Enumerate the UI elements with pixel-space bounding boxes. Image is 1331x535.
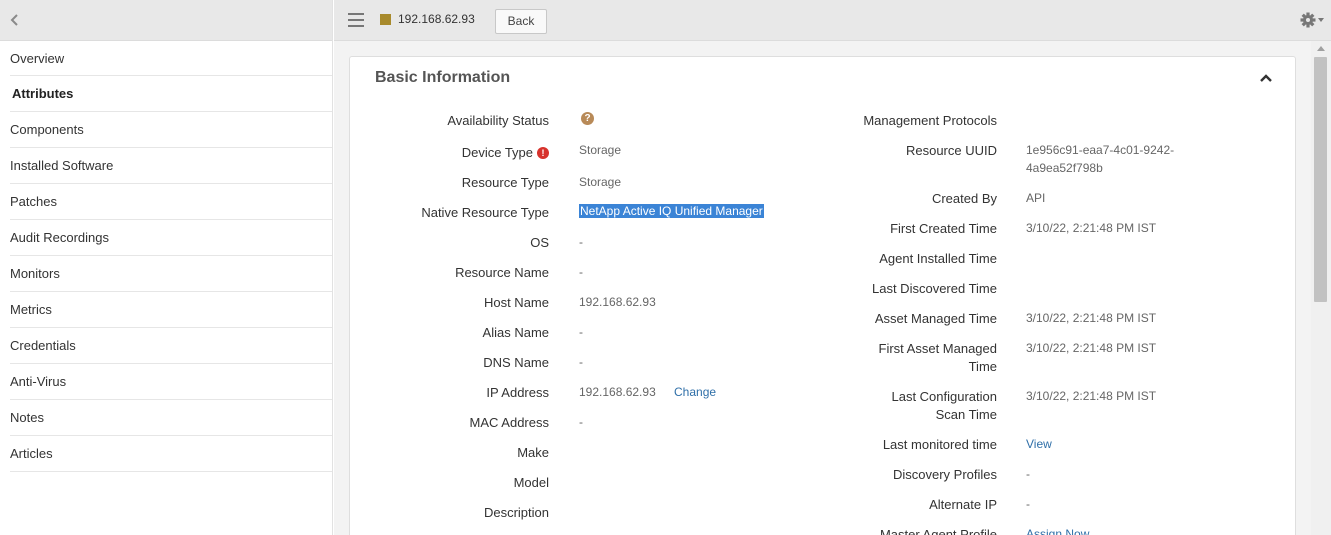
ip-address-value: 192.168.62.93 [579, 385, 656, 399]
sidebar-item-articles[interactable]: Articles [10, 436, 332, 472]
agent-installed-time-label: Agent Installed Time [879, 251, 997, 266]
alert-icon: ! [537, 147, 549, 159]
sidebar-item-overview[interactable]: Overview [10, 41, 332, 76]
dns-name-label: DNS Name [483, 355, 549, 370]
last-discovered-time-label: Last Discovered Time [872, 281, 997, 296]
panel-title: Basic Information [375, 69, 511, 86]
first-asset-managed-time-label-line2: Time [968, 359, 997, 374]
sidebar-item-audit-recordings[interactable]: Audit Recordings [10, 220, 332, 256]
sidebar-item-monitors[interactable]: Monitors [10, 256, 332, 292]
top-bar: 192.168.62.93 Back [334, 0, 1331, 41]
alternate-ip-label: Alternate IP [929, 497, 997, 512]
last-configuration-scan-time-label-line2: Scan Time [935, 407, 997, 422]
gear-icon[interactable] [1299, 11, 1327, 29]
sidebar-item-installed-software[interactable]: Installed Software [10, 148, 332, 184]
hamburger-menu-icon[interactable] [348, 13, 364, 27]
discovery-profiles-label: Discovery Profiles [892, 467, 997, 482]
device-color-swatch [380, 14, 391, 25]
os-value: - [579, 235, 583, 249]
sidebar-item-anti-virus[interactable]: Anti-Virus [10, 364, 332, 400]
os-label: OS [530, 235, 549, 250]
sidebar-item-credentials[interactable]: Credentials [10, 328, 332, 364]
chevron-up-icon[interactable] [1259, 73, 1273, 83]
management-protocols-label: Management Protocols [863, 113, 997, 128]
sidebar-nav: Overview Attributes Components Installed… [0, 41, 332, 472]
resource-uuid-value-line1: 1e956c91-eaa7-4c01-9242- [1026, 143, 1175, 157]
model-label: Model [513, 475, 549, 490]
first-asset-managed-time-label-line1: First Asset Managed [878, 341, 998, 356]
question-icon: ? [581, 112, 594, 125]
first-created-time-value: 3/10/22, 2:21:48 PM IST [1026, 221, 1157, 235]
vertical-scrollbar[interactable] [1311, 41, 1331, 535]
mac-address-label: MAC Address [469, 415, 549, 430]
main-content: Basic Information Availability Status ? … [334, 41, 1311, 535]
last-monitored-time-label: Last monitored time [882, 437, 997, 452]
alias-name-label: Alias Name [482, 325, 549, 340]
host-name-label: Host Name [483, 295, 549, 310]
native-resource-type-label: Native Resource Type [421, 205, 549, 220]
view-link[interactable]: View [1026, 437, 1052, 451]
asset-managed-time-label: Asset Managed Time [874, 311, 997, 326]
resource-uuid-value-line2: 4a9ea52f798b [1026, 161, 1103, 175]
resource-uuid-label: Resource UUID [905, 143, 997, 158]
sidebar-item-notes[interactable]: Notes [10, 400, 332, 436]
created-by-value: API [1026, 191, 1046, 205]
sidebar-header [0, 0, 332, 41]
asset-managed-time-value: 3/10/22, 2:21:48 PM IST [1026, 311, 1157, 325]
mac-address-value: - [579, 415, 583, 429]
resource-type-label: Resource Type [461, 175, 549, 190]
last-configuration-scan-time-value: 3/10/22, 2:21:48 PM IST [1026, 389, 1157, 403]
sidebar-item-attributes[interactable]: Attributes [10, 76, 332, 112]
sidebar-item-components[interactable]: Components [10, 112, 332, 148]
dns-name-value: - [579, 355, 583, 369]
first-created-time-label: First Created Time [890, 221, 997, 236]
make-label: Make [517, 445, 549, 460]
device-type-label: Device Type! [462, 145, 549, 160]
back-button[interactable]: Back [495, 9, 547, 34]
chevron-left-icon[interactable] [8, 10, 22, 30]
caret-down-icon [1318, 18, 1324, 22]
settings-menu[interactable] [1299, 11, 1327, 29]
device-type-label-text: Device Type [461, 145, 533, 160]
sidebar-item-patches[interactable]: Patches [10, 184, 332, 220]
last-configuration-scan-time-label-line1: Last Configuration [891, 389, 997, 404]
basic-information-panel: Basic Information Availability Status ? … [349, 56, 1296, 535]
ip-address-label: IP Address [486, 385, 549, 400]
alternate-ip-value: - [1026, 497, 1030, 511]
host-name-value: 192.168.62.93 [579, 295, 656, 309]
device-ip-title: 192.168.62.93 [398, 12, 475, 26]
resource-name-label: Resource Name [455, 265, 549, 280]
native-resource-type-value: NetApp Active IQ Unified Manager [579, 204, 764, 218]
description-label: Description [483, 505, 549, 520]
sidebar: Overview Attributes Components Installed… [0, 0, 333, 535]
native-resource-type-selection: NetApp Active IQ Unified Manager [579, 204, 764, 218]
master-agent-profile-label: Master Agent Profile [879, 527, 997, 535]
assign-now-link[interactable]: Assign Now [1026, 527, 1089, 535]
resource-type-value: Storage [579, 175, 622, 189]
discovery-profiles-value: - [1026, 467, 1030, 481]
change-ip-link[interactable]: Change [674, 385, 716, 399]
scrollbar-thumb[interactable] [1314, 57, 1327, 302]
sidebar-item-metrics[interactable]: Metrics [10, 292, 332, 328]
resource-name-value: - [579, 265, 583, 279]
device-type-value: Storage [579, 143, 622, 157]
alias-name-value: - [579, 325, 583, 339]
availability-status-label: Availability Status [447, 113, 549, 128]
first-asset-managed-time-value: 3/10/22, 2:21:48 PM IST [1026, 341, 1157, 355]
created-by-label: Created By [931, 191, 997, 206]
scroll-up-arrow-icon[interactable] [1317, 46, 1325, 51]
